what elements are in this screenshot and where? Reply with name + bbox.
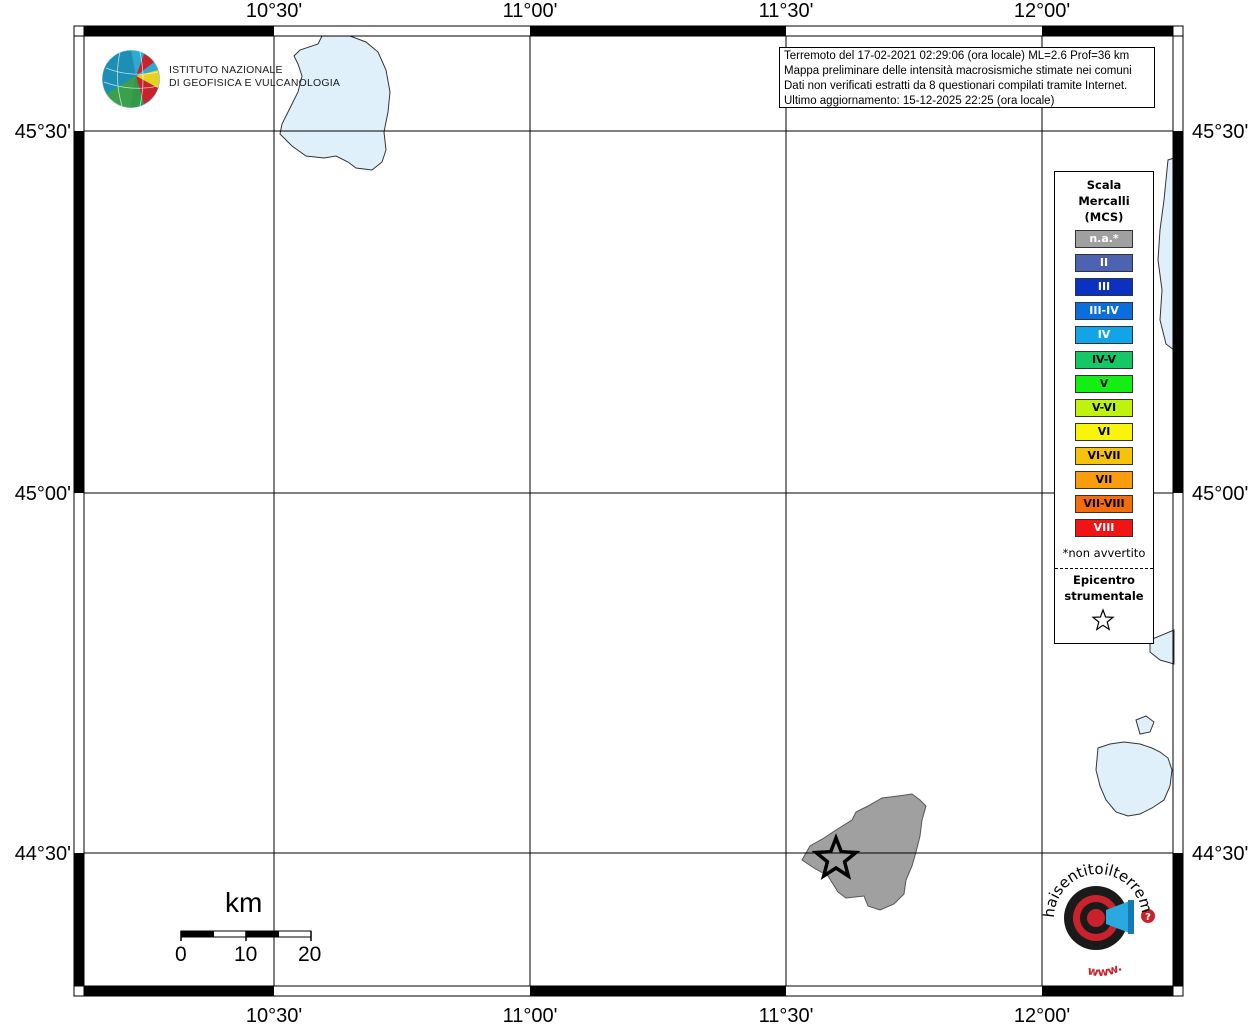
ingv-name-line1: ISTITUTO NAZIONALE [169, 64, 283, 76]
legend-swatch: VI-VII [1075, 446, 1133, 465]
lat-label-right-2: 45°00' [1192, 483, 1248, 505]
ingv-name: ISTITUTO NAZIONALE DI GEOFISICA E VULCAN… [169, 64, 340, 90]
legend-separator [1055, 568, 1153, 569]
legend-swatch: n.a.* [1075, 230, 1133, 248]
latitude-labels-right: 45°30' 45°00' 44°30' [1192, 121, 1248, 865]
lon-label-bottom-4: 12°00' [1014, 1005, 1070, 1024]
legend-epicenter-line1: Epicentro [1073, 573, 1135, 587]
lon-label-top-1: 10°30' [246, 0, 302, 22]
legend-epicenter-line2: strumentale [1064, 589, 1144, 603]
legend-swatch: III-IV [1075, 302, 1133, 321]
ingv-logo: ISTITUTO NAZIONALE DI GEOFISICA E VULCAN… [100, 48, 340, 110]
lon-label-bottom-3: 11°30' [759, 1005, 814, 1024]
info-line-1: Terremoto del 17-02-2021 02:29:06 (ora l… [784, 50, 1130, 62]
hst-www-text: www. [1086, 960, 1124, 978]
hst-logo: ? haisentitoilterremoto.it www. [1029, 844, 1164, 979]
ingv-name-line2: DI GEOFISICA E VULCANOLOGIA [169, 77, 341, 89]
legend-swatch: V-VI [1075, 398, 1133, 417]
legend-title: Scala Mercalli (MCS) [1055, 177, 1153, 225]
info-line-2: Mappa preliminare delle intensità macros… [784, 65, 1132, 77]
legend-swatch: IV [1075, 326, 1133, 345]
earthquake-info-box: Terremoto del 17-02-2021 02:29:06 (ora l… [779, 47, 1155, 108]
lat-label-left-2: 45°00' [15, 483, 71, 505]
lat-label-right-1: 45°30' [1192, 121, 1248, 143]
latitude-labels-left: 45°30' 45°00' 44°30' [15, 121, 71, 865]
lon-label-bottom-2: 11°00' [503, 1005, 558, 1024]
lon-label-top-3: 11°30' [759, 0, 814, 22]
scale-unit: km [225, 887, 263, 918]
scale-label-10: 10 [234, 943, 258, 966]
hst-logo-icon: ? haisentitoilterremoto.it www. [1029, 844, 1155, 979]
mcs-legend: Scala Mercalli (MCS) n.a.* II III III-IV IV I… [1054, 171, 1154, 644]
lon-label-bottom-1: 10°30' [246, 1005, 302, 1024]
legend-title-line2: Mercalli [1078, 194, 1130, 208]
map-area [74, 26, 1183, 996]
legend-swatch: III [1075, 278, 1133, 297]
legend-epicenter-label: Epicentro strumentale [1055, 572, 1153, 604]
legend-swatch: IV-V [1075, 350, 1133, 369]
legend-swatch: V [1075, 374, 1133, 393]
lon-label-top-2: 11°00' [503, 0, 558, 22]
legend-title-line3: (MCS) [1084, 210, 1124, 224]
info-line-4: Ultimo aggiornamento: 15-12-2025 22:25 (… [784, 95, 1055, 107]
longitude-labels-top: 10°30' 11°00' 11°30' 12°00' [246, 0, 1070, 22]
ingv-globe-icon [101, 49, 161, 109]
legend-swatch: VII [1075, 471, 1133, 489]
lat-label-left-1: 45°30' [15, 121, 71, 143]
scale-label-20: 20 [298, 943, 322, 966]
legend-swatch: VIII [1075, 519, 1133, 538]
scale-label-0: 0 [175, 943, 187, 966]
info-line-3: Dati non verificati estratti da 8 questi… [784, 80, 1128, 92]
legend-swatch: VII-VIII [1075, 495, 1133, 514]
legend-swatch: VI [1075, 422, 1133, 441]
lat-label-left-3: 44°30' [15, 843, 71, 865]
legend-note: *non avvertito [1062, 546, 1146, 560]
lat-label-right-3: 44°30' [1192, 843, 1248, 865]
longitude-labels-bottom: 10°30' 11°00' 11°30' 12°00' [246, 1005, 1070, 1024]
legend-title-line1: Scala [1086, 178, 1122, 192]
hst-question-icon: ? [1145, 912, 1151, 923]
lon-label-top-4: 12°00' [1014, 0, 1070, 22]
legend-swatch: II [1075, 254, 1133, 273]
legend-star-icon [1091, 608, 1115, 631]
